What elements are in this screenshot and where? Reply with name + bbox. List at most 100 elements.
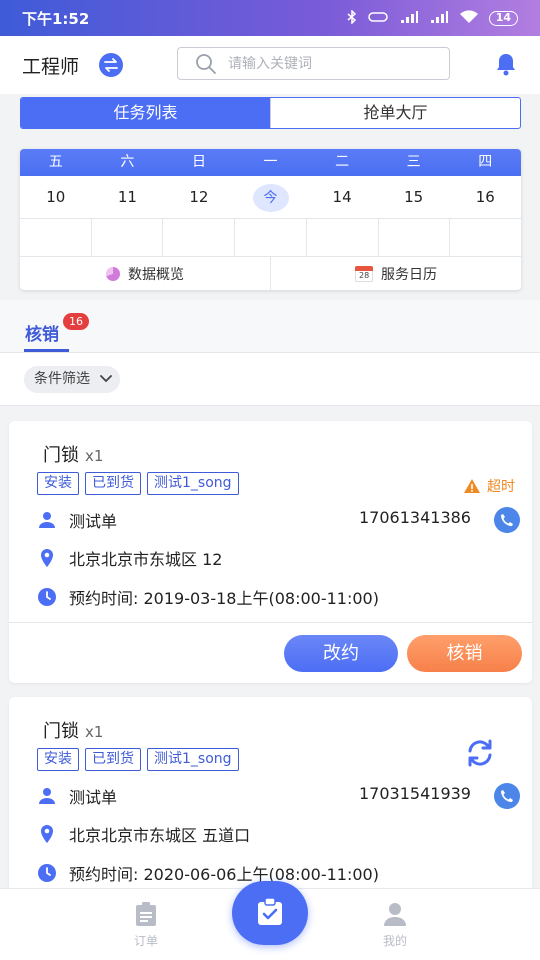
tag: 测试1_song [147, 472, 239, 495]
phone-number: 17061341386 [359, 508, 471, 527]
calendar-cell [379, 219, 451, 256]
calendar-cell [235, 219, 307, 256]
calendar-actions: 数据概览 28 服务日历 [20, 257, 521, 290]
verify-count-badge: 16 [63, 313, 89, 330]
today-label: 今 [252, 184, 289, 212]
person-icon [39, 788, 55, 804]
location-pin-icon [41, 549, 53, 567]
appointment-row: 预约时间: 2019-03-18上午(08:00-11:00) [37, 585, 379, 609]
switch-role-icon[interactable] [99, 53, 123, 77]
weekday: 一 [263, 154, 278, 170]
address: 北京北京市东城区 五道口 [69, 826, 251, 845]
filter-dropdown[interactable]: 条件筛选 [24, 366, 120, 393]
customer-name: 测试单 [69, 512, 118, 531]
clock-icon [38, 588, 56, 606]
order-card[interactable]: 门锁 x1 安装 已到货 测试1_song 超时 测试单 17061341386 … [9, 421, 532, 683]
calendar-weekdays: 五 六 日 一 二 三 四 [20, 149, 521, 176]
week-calendar: 五 六 日 一 二 三 四 10 11 12 今 14 15 16 数据概览 2… [20, 149, 521, 290]
appointment-row: 预约时间: 2020-06-06上午(08:00-11:00) [37, 861, 379, 885]
pie-chart-icon [106, 266, 120, 281]
segment-tabs: 任务列表 抢单大厅 [20, 97, 521, 129]
tab-verify[interactable]: 核销 [25, 320, 59, 345]
service-calendar-button[interactable]: 28 服务日历 [271, 257, 521, 290]
filter-bar: 条件筛选 [0, 353, 540, 406]
nav-orders-label: 订单 [133, 934, 158, 948]
calendar-day-today[interactable]: 今 [235, 176, 307, 218]
calendar-day[interactable]: 16 [449, 176, 521, 218]
weekday: 日 [191, 154, 206, 170]
role-title: 工程师 [22, 56, 80, 78]
phone-icon[interactable] [494, 783, 520, 809]
status-time: 下午1:52 [22, 9, 90, 28]
address-row: 北京北京市东城区 五道口 [37, 822, 250, 846]
weekday: 六 [120, 154, 135, 170]
task-center-button[interactable] [232, 881, 308, 945]
calendar-cell [20, 219, 92, 256]
tag: 安装 [37, 748, 79, 771]
tab-task-list[interactable]: 任务列表 [21, 98, 270, 128]
nav-orders[interactable]: 订单 [116, 901, 176, 949]
battery-icon: 14 [488, 10, 518, 26]
location-pin-icon [41, 825, 53, 843]
calendar-cell [163, 219, 236, 256]
customer-row: 测试单 [37, 508, 117, 532]
data-overview-button[interactable]: 数据概览 [20, 257, 271, 290]
person-icon [39, 512, 55, 528]
tab-grab-hall[interactable]: 抢单大厅 [270, 98, 520, 128]
customer-name: 测试单 [69, 788, 118, 807]
product-name: 门锁 [43, 721, 79, 742]
refresh-icon[interactable] [464, 737, 496, 773]
wifi-icon [459, 9, 479, 27]
calendar-day[interactable]: 15 [378, 176, 450, 218]
tag: 已到货 [85, 472, 141, 495]
phone-icon[interactable] [494, 507, 520, 533]
calendar-task-grid [20, 218, 521, 257]
address: 北京北京市东城区 12 [69, 550, 223, 569]
search-box[interactable] [177, 47, 450, 80]
card-divider [9, 622, 532, 623]
clipboard-icon [136, 902, 156, 926]
search-input[interactable] [228, 52, 438, 76]
product-name: 门锁 [43, 445, 79, 466]
bluetooth-icon [347, 8, 357, 27]
calendar-cell [450, 219, 521, 256]
calendar-day[interactable]: 10 [20, 176, 92, 218]
signal-icon-2 [429, 10, 449, 27]
appointment-time: 预约时间: 2020-06-06上午(08:00-11:00) [69, 865, 379, 884]
tag: 已到货 [85, 748, 141, 771]
weekday: 五 [48, 154, 63, 170]
calendar-day[interactable]: 14 [306, 176, 378, 218]
order-subtabs: 核销 16 [0, 300, 540, 353]
nav-profile[interactable]: 我的 [365, 901, 425, 949]
bell-icon[interactable] [493, 51, 519, 81]
address-row: 北京北京市东城区 12 [37, 546, 222, 570]
calendar-icon-date: 28 [359, 270, 370, 280]
app-header: 工程师 [0, 36, 540, 94]
order-tags: 安装 已到货 测试1_song [37, 472, 239, 495]
order-card[interactable]: 门锁 x1 安装 已到货 测试1_song 测试单 17031541939 北京北… [9, 697, 532, 897]
clock-icon [38, 864, 56, 882]
appointment-time: 预约时间: 2019-03-18上午(08:00-11:00) [69, 589, 379, 608]
signal-icon [399, 10, 419, 27]
calendar-day[interactable]: 12 [163, 176, 235, 218]
weekday: 二 [335, 154, 350, 170]
vibrate-icon [367, 11, 389, 26]
product-qty: x1 [85, 447, 104, 465]
calendar-day[interactable]: 11 [92, 176, 164, 218]
data-overview-label: 数据概览 [128, 266, 184, 283]
warning-icon [464, 479, 480, 493]
tag: 测试1_song [147, 748, 239, 771]
status-bar: 下午1:52 14 [0, 0, 540, 36]
calendar-days: 10 11 12 今 14 15 16 [20, 176, 521, 218]
reschedule-button[interactable]: 改约 [284, 635, 398, 672]
status-icons: 14 [347, 8, 518, 27]
service-calendar-label: 服务日历 [381, 266, 437, 283]
weekday: 四 [478, 154, 493, 170]
calendar-cell [307, 219, 379, 256]
customer-row: 测试单 [37, 784, 117, 808]
user-icon [384, 903, 406, 926]
chevron-down-icon [100, 375, 112, 383]
nav-profile-label: 我的 [382, 934, 407, 948]
calendar-icon: 28 [355, 265, 373, 282]
verify-button[interactable]: 核销 [407, 635, 522, 672]
